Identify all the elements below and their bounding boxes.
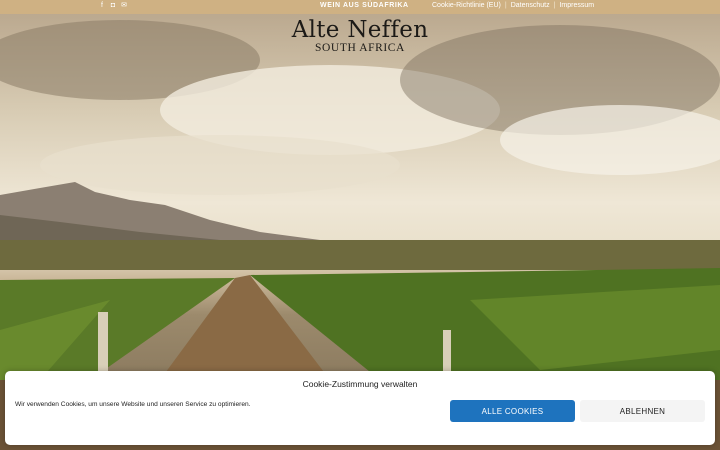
social-links: f ◘ ✉ [99, 2, 127, 9]
mail-icon[interactable]: ✉ [121, 2, 127, 9]
logo-subtitle: SOUTH AFRICA [315, 42, 405, 54]
link-imprint[interactable]: Impressum [559, 2, 594, 9]
accept-cookies-button[interactable]: ALLE COOKIES [450, 400, 575, 422]
link-separator: | [504, 2, 507, 9]
top-links: Cookie-Richtlinie (EU) | Datenschutz | I… [432, 2, 594, 9]
link-separator: | [553, 2, 556, 9]
deny-cookies-button[interactable]: ABLEHNEN [580, 400, 705, 422]
logo-title: Alte Neffen [291, 17, 429, 43]
link-privacy[interactable]: Datenschutz [511, 2, 550, 9]
cookie-consent-banner: Cookie-Zustimmung verwalten Wir verwende… [5, 371, 715, 445]
facebook-icon[interactable]: f [99, 2, 105, 9]
instagram-icon[interactable]: ◘ [110, 2, 116, 9]
site-logo[interactable]: Alte Neffen SOUTH AFRICA [0, 17, 720, 54]
topbar-title: WEIN AUS SÜDAFRIKA [320, 2, 409, 9]
top-bar: f ◘ ✉ WEIN AUS SÜDAFRIKA Cookie-Richtlin… [0, 0, 720, 14]
cookie-text: Wir verwenden Cookies, um unsere Website… [15, 401, 251, 408]
cookie-title: Cookie-Zustimmung verwalten [302, 379, 418, 389]
link-cookie-policy[interactable]: Cookie-Richtlinie (EU) [432, 2, 501, 9]
